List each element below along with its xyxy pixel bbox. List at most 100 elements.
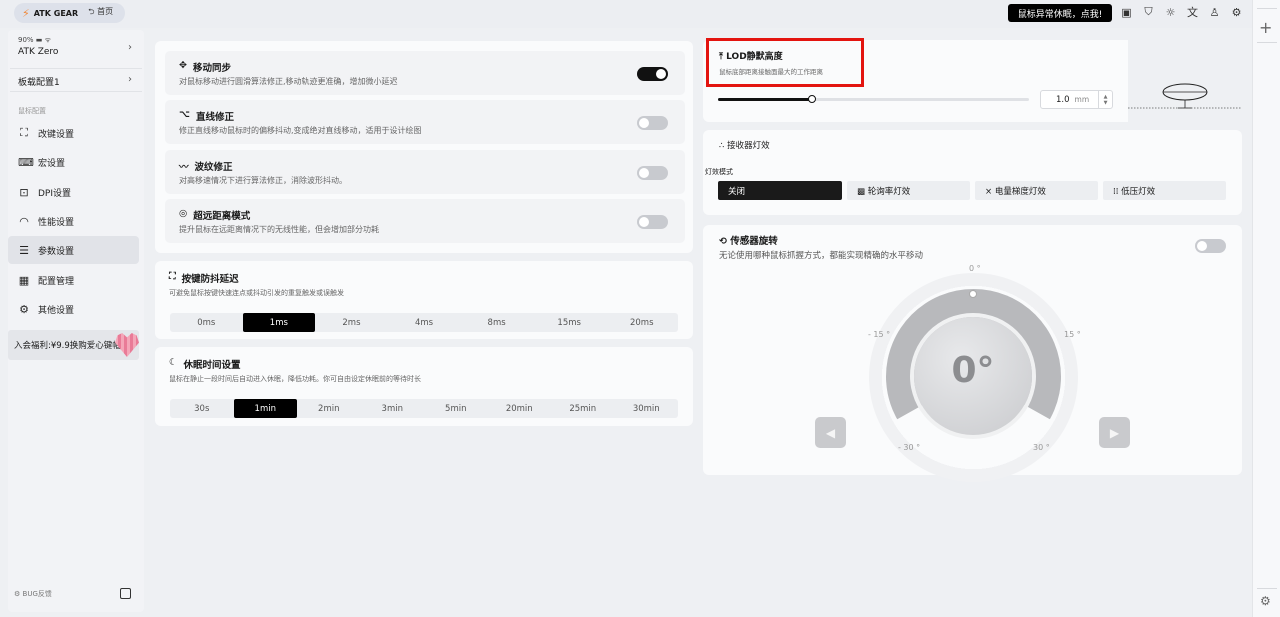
setting-row-straight: ⌥ 直线修正 修正直线移动鼠标时的偏移抖动,变成绝对直线移动，适用于设计绘图 — [165, 100, 685, 144]
chevron-right-icon: › — [128, 74, 132, 85]
sidebar-item-parameters[interactable]: ☰ 参数设置 — [8, 236, 139, 264]
terminal-icon: ⌨ — [18, 155, 34, 169]
profile-selector[interactable]: 板载配置1 › — [10, 68, 142, 92]
lod-slider-handle[interactable] — [808, 95, 816, 103]
mouse-icon: ⛶ — [169, 271, 176, 282]
light-mode-label: 灯效模式 — [705, 168, 733, 176]
sleep-option[interactable]: 30min — [615, 399, 679, 418]
sidebar-item-keymap[interactable]: ⛶ 改键设置 — [8, 119, 139, 147]
brand-name: ATK GEAR — [33, 8, 79, 18]
gear-icon[interactable]: ⚙ — [1230, 5, 1243, 19]
ripple-toggle[interactable] — [637, 166, 668, 180]
debounce-selector: 0ms 1ms 2ms 4ms 8ms 15ms 20ms — [170, 313, 678, 332]
debounce-option[interactable]: 15ms — [533, 313, 606, 332]
add-icon[interactable]: + — [1259, 18, 1272, 37]
debounce-option[interactable]: 8ms — [460, 313, 533, 332]
sensor-desc: 无论使用哪种鼠标抓握方式，都能实现精确的水平移动 — [719, 251, 924, 261]
bug-report-link[interactable]: ⚙ BUG反馈 — [14, 589, 52, 599]
translate-icon[interactable]: 文 — [1186, 5, 1199, 19]
triangle-left-icon: ◀ — [825, 425, 836, 440]
right-rail: + ⚙ — [1252, 0, 1280, 617]
lod-illustration-panel — [1128, 40, 1242, 122]
rotation-dial-handle[interactable] — [969, 290, 977, 298]
lod-value-input[interactable]: 1.0 mm ▲ ▼ — [1040, 90, 1113, 109]
rail-gear-icon[interactable]: ⚙ — [1260, 594, 1271, 608]
tick-label: - 15 ° — [868, 330, 891, 339]
profile-name: 板载配置1 — [18, 78, 60, 88]
signal-icon: ◎ — [179, 208, 188, 219]
sleep-selector: 30s 1min 2min 3min 5min 20min 25min 30mi… — [170, 399, 678, 418]
triangle-right-icon: ▶ — [1109, 425, 1120, 440]
moon-icon: ☾ — [169, 357, 178, 368]
top-icons: ▣ ⛉ ☼ 文 ♙ ⚙ — [1120, 5, 1243, 19]
sidebar-item-macro[interactable]: ⌨ 宏设置 — [8, 148, 139, 176]
light-option-off[interactable]: 关闭 — [718, 181, 842, 200]
mouse-icon: ⛶ — [20, 126, 28, 139]
battery-status: 90% ▬ ᯤ — [18, 36, 52, 44]
debounce-option[interactable]: 4ms — [388, 313, 461, 332]
debounce-option[interactable]: 0ms — [170, 313, 243, 332]
sensor-title: ⟲ 传感器旋转 — [719, 236, 778, 247]
sleep-option[interactable]: 2min — [297, 399, 361, 418]
panel-toggle-icon[interactable] — [120, 588, 131, 599]
brand-home-pill[interactable]: ⚡ ATK GEAR ⮌ 首页 — [14, 3, 125, 23]
receiver-title: ∴ 接收器灯效 — [719, 141, 770, 151]
chip-icon[interactable]: ▣ — [1120, 5, 1133, 19]
sleep-card: ☾ 休眠时间设置 鼠标在静止一段时间后自动进入休眠，降低功耗。你可自由设定休眠前的… — [155, 347, 693, 426]
sleep-alert-button[interactable]: 鼠标异常休眠，点我! — [1008, 4, 1112, 22]
grid-icon: ▦ — [18, 273, 30, 287]
receiver-light-card: ∴ 接收器灯效 灯效模式 关闭 ▩ 轮询率灯效 × 电量梯度灯效 ⁞⁞ 低压灯效 — [703, 130, 1242, 215]
sleep-option[interactable]: 20min — [488, 399, 552, 418]
user-icon[interactable]: ♙ — [1208, 5, 1221, 19]
setting-row-ripple: 〰波纹修正 对高移速情况下进行算法修正，消除波形抖动。 — [165, 150, 685, 194]
sidebar-item-config[interactable]: ▦ 配置管理 — [8, 266, 139, 294]
angle-icon: ⌥ — [179, 109, 190, 120]
debounce-option[interactable]: 20ms — [605, 313, 678, 332]
tick-label: 30 ° — [1033, 443, 1050, 452]
sun-icon[interactable]: ☼ — [1164, 5, 1177, 19]
longrange-toggle[interactable] — [637, 215, 668, 229]
sidebar-item-dpi[interactable]: ⊡ DPI设置 — [8, 178, 139, 206]
stepper-icon[interactable]: ▲ ▼ — [1098, 91, 1112, 108]
sleep-option[interactable]: 1min — [233, 399, 297, 418]
promo-banner[interactable]: 入会福利:¥9.9换购爱心键帽 — [8, 330, 139, 360]
tick-label: 0 ° — [969, 264, 981, 273]
rotate-right-button[interactable]: ▶ — [1099, 417, 1130, 448]
device-name: ATK Zero — [18, 47, 59, 57]
lod-slider-fill — [718, 98, 812, 101]
sleep-option[interactable]: 5min — [424, 399, 488, 418]
dpi-icon: ⊡ — [19, 185, 29, 199]
move-icon: ✥ — [179, 60, 187, 71]
debounce-option[interactable]: 2ms — [315, 313, 388, 332]
light-option-lowvoltage[interactable]: ⁞⁞ 低压灯效 — [1103, 181, 1226, 200]
tick-label: 15 ° — [1064, 330, 1081, 339]
device-selector[interactable]: 90% ▬ ᯤ ATK Zero › — [10, 34, 142, 66]
sidebar-item-other[interactable]: ⚙ 其他设置 — [8, 295, 139, 323]
heart-keycap-image — [115, 333, 139, 357]
sleep-option[interactable]: 30s — [170, 399, 234, 418]
gauge-icon: ◠ — [19, 214, 29, 228]
sleep-option[interactable]: 3min — [361, 399, 425, 418]
section-title: 鼠标配置 — [18, 107, 46, 115]
sensor-rotation-toggle[interactable] — [1195, 239, 1226, 253]
wave-icon: 〰 — [179, 162, 189, 173]
sleep-option[interactable]: 25min — [551, 399, 615, 418]
light-option-polling[interactable]: ▩ 轮询率灯效 — [847, 181, 970, 200]
setting-row-longrange: ◎ 超远距离模式 提升鼠标在远距离情况下的无线性能，但会增加部分功耗 — [165, 199, 685, 243]
promo-text: 入会福利:¥9.9换购爱心键帽 — [14, 341, 121, 351]
sync-toggle[interactable] — [637, 67, 668, 81]
rotate-left-button[interactable]: ◀ — [815, 417, 846, 448]
home-link[interactable]: ⮌ 首页 — [88, 6, 113, 20]
tick-label: - 30 ° — [898, 443, 921, 452]
settings-icon: ⚙ — [19, 302, 29, 316]
debounce-card: ⛶ 按键防抖延迟 可避免鼠标按键快速连点或抖动引发的重复触发或误触发 0ms 1m… — [155, 261, 693, 339]
debounce-option[interactable]: 1ms — [242, 313, 316, 332]
sliders-icon: ☰ — [19, 243, 29, 257]
straight-toggle[interactable] — [637, 116, 668, 130]
sidebar-item-performance[interactable]: ◠ 性能设置 — [8, 207, 139, 235]
light-option-battery[interactable]: × 电量梯度灯效 — [975, 181, 1098, 200]
chevron-right-icon: › — [128, 42, 132, 53]
setting-row-sync: ✥ 移动同步 对鼠标移动进行圆滑算法修正,移动轨迹更准确，增加微小延迟 — [165, 51, 685, 95]
mouse-lod-illustration — [1128, 83, 1242, 109]
shirt-icon[interactable]: ⛉ — [1142, 5, 1155, 19]
